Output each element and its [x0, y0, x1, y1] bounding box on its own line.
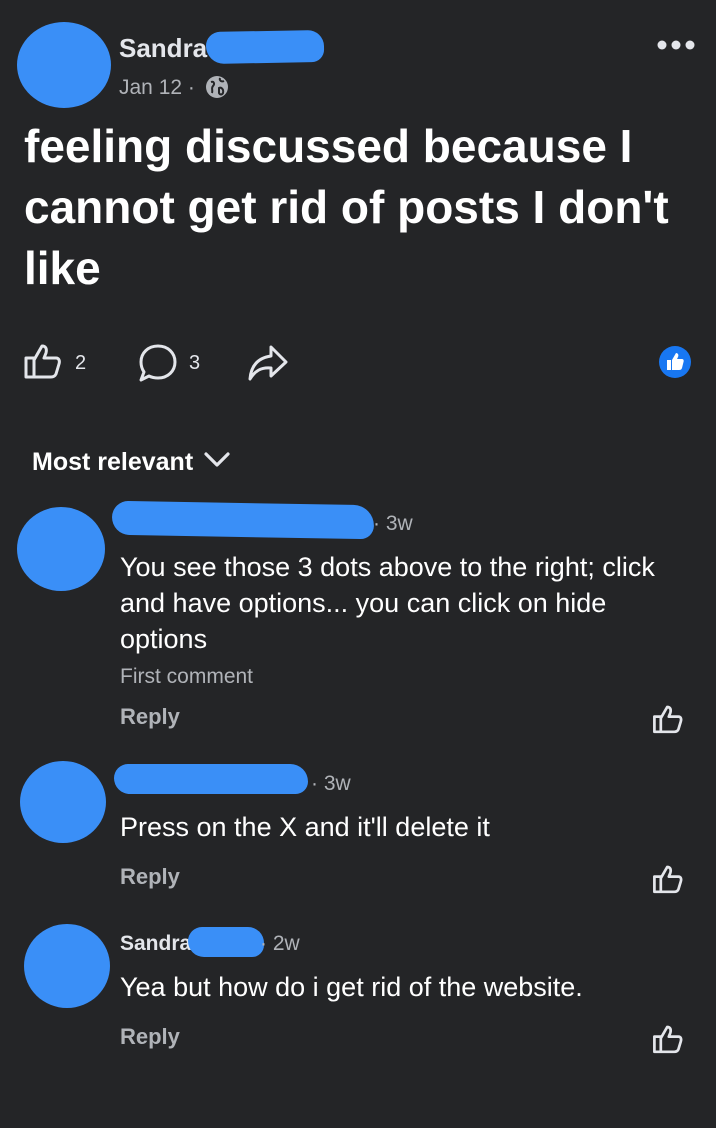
reply-button[interactable]: Reply: [120, 864, 180, 890]
globe-icon: [204, 74, 230, 100]
thumbs-up-icon: [24, 344, 61, 379]
post-text-line: like: [24, 242, 101, 294]
chevron-down-icon: [204, 452, 230, 473]
comment-text: Yea but how do i get rid of the website.: [120, 969, 700, 1005]
comment-text-line: options: [120, 624, 208, 654]
comment-button[interactable]: [138, 343, 178, 383]
post-author-avatar[interactable]: [17, 22, 111, 108]
like-reaction-badge: [658, 345, 692, 379]
comment-text: You see those 3 dots above to the right;…: [120, 549, 700, 657]
post-author-name[interactable]: Sandra: [119, 33, 207, 64]
comment-text-line: Press on the X and it'll delete it: [120, 812, 490, 842]
reply-button[interactable]: Reply: [120, 1024, 180, 1050]
comment-avatar[interactable]: [17, 507, 105, 591]
redacted-commenter-name: [114, 764, 308, 794]
comment-like-button[interactable]: [652, 1023, 684, 1055]
thumbs-up-icon: [653, 865, 683, 894]
thumbs-up-icon: [653, 705, 683, 734]
first-comment-badge: First comment: [120, 665, 254, 688]
reply-button[interactable]: Reply: [120, 704, 180, 730]
comment-avatar[interactable]: [24, 924, 110, 1008]
more-dots-icon[interactable]: [656, 38, 696, 52]
comment-text-line: Yea but how do i get rid of the website.: [120, 972, 583, 1002]
post-text: feeling discussed because I cannot get r…: [24, 116, 704, 299]
redacted-author-surname: [205, 29, 325, 65]
comment-text: Press on the X and it'll delete it: [120, 809, 700, 845]
comment-count: 3: [189, 352, 201, 374]
comment-text-line: You see those 3 dots above to the right;…: [120, 552, 655, 582]
comment-time: · 3w: [311, 772, 351, 795]
share-arrow-icon: [248, 345, 288, 381]
comment-text-line: and have options... you can click on hid…: [120, 588, 607, 618]
post-text-line: cannot get rid of posts I don't: [24, 181, 669, 233]
comment-like-button[interactable]: [652, 863, 684, 895]
redacted-commenter-name: [111, 500, 375, 540]
comment-time: · 2w: [260, 932, 300, 955]
comment-like-button[interactable]: [652, 703, 684, 735]
sort-dropdown[interactable]: Most relevant: [32, 448, 230, 477]
redacted-author-surname: [188, 927, 264, 957]
share-button[interactable]: [247, 343, 289, 383]
like-count: 2: [75, 352, 87, 374]
post-text-line: feeling discussed because I: [24, 120, 633, 172]
comment-author-name[interactable]: Sandra: [120, 932, 191, 956]
thumbs-up-icon: [659, 346, 691, 378]
sort-label: Most relevant: [32, 448, 194, 476]
comment-time: · 3w: [373, 512, 413, 535]
speech-bubble-icon: [139, 344, 177, 382]
comment-avatar[interactable]: [20, 761, 106, 843]
like-button[interactable]: [23, 341, 63, 381]
post-date[interactable]: Jan 12 ·: [119, 76, 195, 100]
thumbs-up-icon: [653, 1025, 683, 1054]
